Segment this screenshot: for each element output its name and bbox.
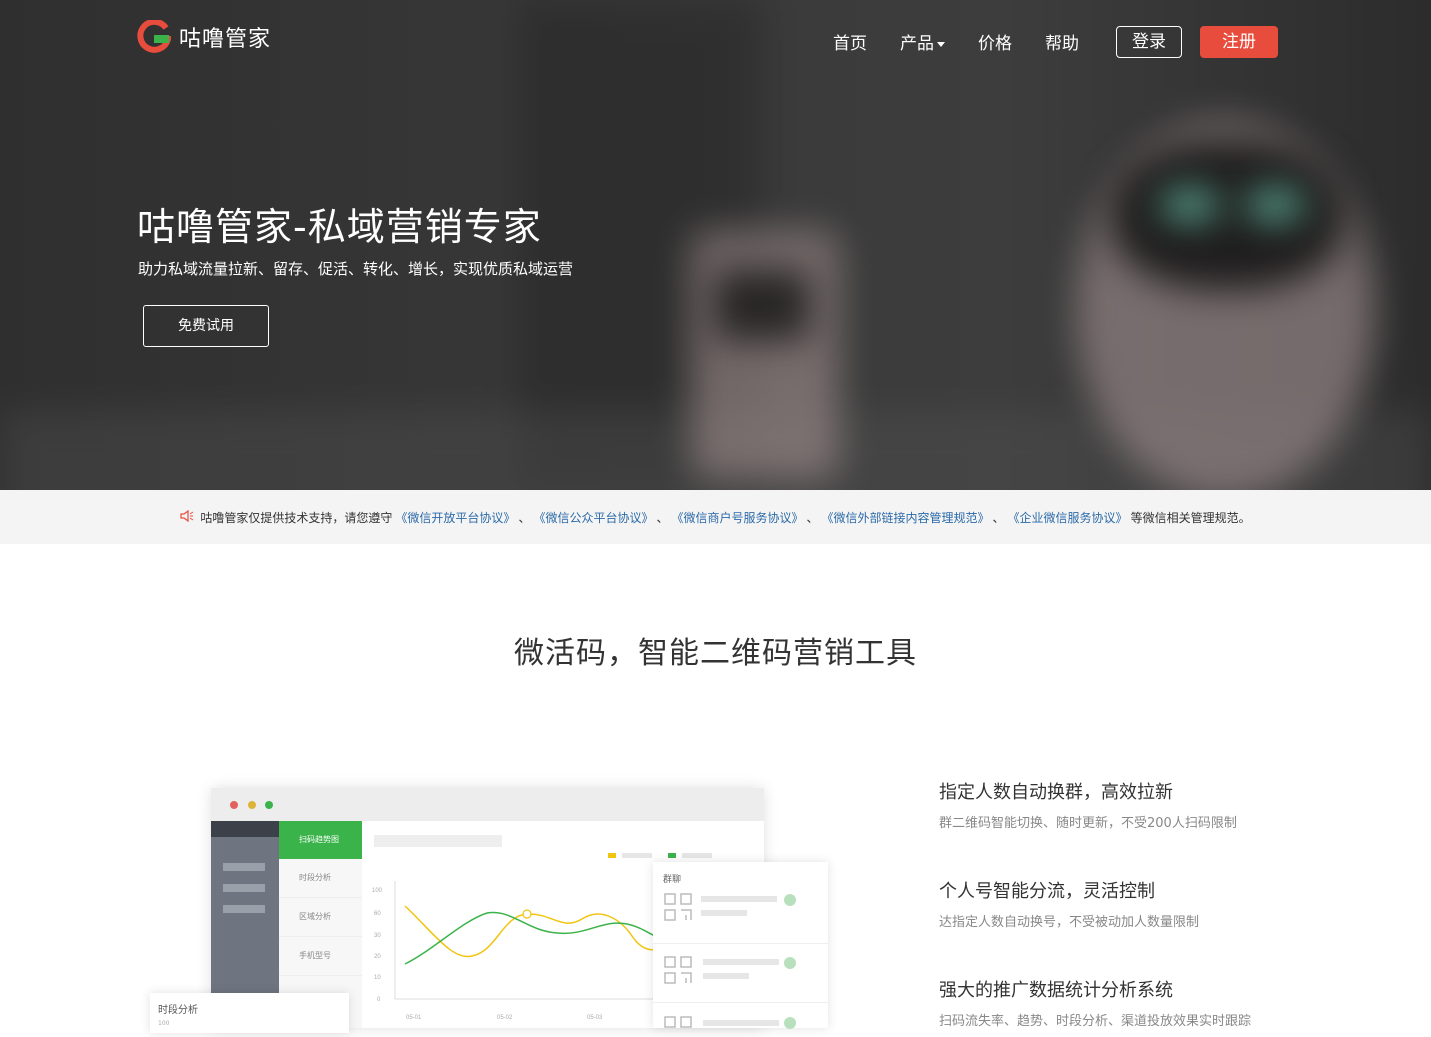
feature-desc: 群二维码智能切换、随时更新，不受200人扫码限制 — [939, 816, 1237, 831]
nav-item-help[interactable]: 帮助 — [1045, 29, 1079, 54]
hero-background-robot — [1110, 140, 1345, 290]
notice-link[interactable]: 《企业微信服务协议》 — [1008, 509, 1128, 526]
y-tick-label: 10 — [374, 975, 381, 981]
nav-item-home[interactable]: 首页 — [833, 29, 867, 54]
qr-row — [653, 944, 828, 1003]
notice-separator: 、 — [992, 510, 1005, 525]
register-button[interactable]: 注册 — [1200, 26, 1278, 58]
logo-icon — [137, 18, 172, 54]
hero-subtitle: 助力私域流量拉新、留存、促活、转化、增长，实现优质私域运营 — [138, 260, 574, 278]
speaker-icon — [180, 509, 194, 525]
hero-background-robot-eye — [1245, 190, 1305, 220]
notice-link[interactable]: 《微信外部链接内容管理规范》 — [822, 509, 990, 526]
mockup-menu-item-active: 扫码趋势图 — [279, 821, 362, 859]
qr-row — [653, 885, 828, 944]
section-title: 微活码，智能二维码营销工具 — [514, 636, 917, 671]
notice-separator: 、 — [806, 510, 819, 525]
y-tick-label: 100 — [158, 1020, 170, 1027]
window-dot-icon — [230, 801, 238, 809]
notice-link[interactable]: 《微信公众平台协议》 — [533, 509, 653, 526]
window-dot-icon — [265, 801, 273, 809]
y-tick-label: 100 — [372, 888, 383, 894]
feature-title: 强大的推广数据统计分析系统 — [939, 980, 1173, 1001]
x-tick-label: 05-02 — [497, 1015, 513, 1021]
qr-row — [653, 1003, 828, 1037]
notice-link[interactable]: 《微信商户号服务协议》 — [671, 509, 803, 526]
feature-desc: 扫码流失率、趋势、时段分析、渠道投放效果实时跟踪 — [939, 1014, 1252, 1029]
main-menu: 首页 产品 价格 帮助 — [833, 29, 1112, 54]
x-tick-label: 05-01 — [406, 1015, 422, 1021]
notice-separator: 、 — [656, 510, 669, 525]
y-tick-label: 0 — [377, 997, 381, 1003]
caret-down-icon — [937, 41, 945, 47]
mockup-menu-item: 时段分析 — [279, 859, 362, 898]
logo[interactable]: 咕噜管家 — [137, 18, 272, 54]
feature-item: 个人号智能分流，灵活控制 达指定人数自动换号，不受被动加人数量限制 — [939, 877, 1199, 930]
top-navigation: 咕噜管家 首页 产品 价格 帮助 登录 注册 — [0, 0, 1431, 84]
nav-item-pricing[interactable]: 价格 — [978, 29, 1012, 54]
feature-item: 强大的推广数据统计分析系统 扫码流失率、趋势、时段分析、渠道投放效果实时跟踪 — [939, 976, 1251, 1029]
y-tick-label: 60 — [374, 911, 381, 917]
hero-background-robot-eye — [1160, 190, 1220, 220]
mockup-menu-item: 手机型号 — [279, 937, 362, 976]
time-analysis-card: 时段分析 100 — [150, 993, 349, 1033]
x-tick-label: 05-03 — [587, 1015, 603, 1021]
compliance-notice: 咕噜管家仅提供技术支持，请您遵守 《微信开放平台协议》、 《微信公众平台协议》、… — [0, 490, 1431, 544]
hero-banner: 咕噜管家 首页 产品 价格 帮助 登录 注册 咕噜管家-私域营销专家 助力私域流… — [0, 0, 1431, 490]
small-card-title: 时段分析 — [158, 1005, 198, 1016]
hero-background-device — [690, 230, 840, 480]
mockup-menu-item: 区域分析 — [279, 898, 362, 937]
feature-item: 指定人数自动换群，高效拉新 群二维码智能切换、随时更新，不受200人扫码限制 — [939, 778, 1237, 831]
login-button[interactable]: 登录 — [1116, 26, 1182, 58]
notice-link[interactable]: 《微信开放平台协议》 — [395, 509, 515, 526]
logo-text: 咕噜管家 — [179, 27, 272, 52]
feature-title: 指定人数自动换群，高效拉新 — [939, 782, 1173, 803]
hero-title: 咕噜管家-私域营销专家 — [137, 205, 542, 249]
y-tick-label: 20 — [374, 954, 381, 960]
y-tick-label: 30 — [374, 933, 381, 939]
hero-background-device — [715, 270, 810, 340]
free-trial-button[interactable]: 免费试用 — [143, 305, 269, 347]
notice-separator: 、 — [518, 510, 531, 525]
nav-item-products-label: 产品 — [900, 34, 934, 54]
feature-desc: 达指定人数自动换号，不受被动加人数量限制 — [939, 915, 1200, 930]
notice-prefix: 咕噜管家仅提供技术支持，请您遵守 — [200, 510, 393, 525]
window-titlebar — [211, 788, 764, 821]
nav-item-products[interactable]: 产品 — [900, 29, 945, 54]
notice-suffix: 等微信相关管理规范。 — [1130, 510, 1251, 525]
feature-title: 个人号智能分流，灵活控制 — [939, 881, 1155, 902]
qr-group-card: 群聊 — [653, 862, 828, 1029]
window-dot-icon — [248, 801, 256, 809]
qr-card-title: 群聊 — [663, 875, 682, 885]
